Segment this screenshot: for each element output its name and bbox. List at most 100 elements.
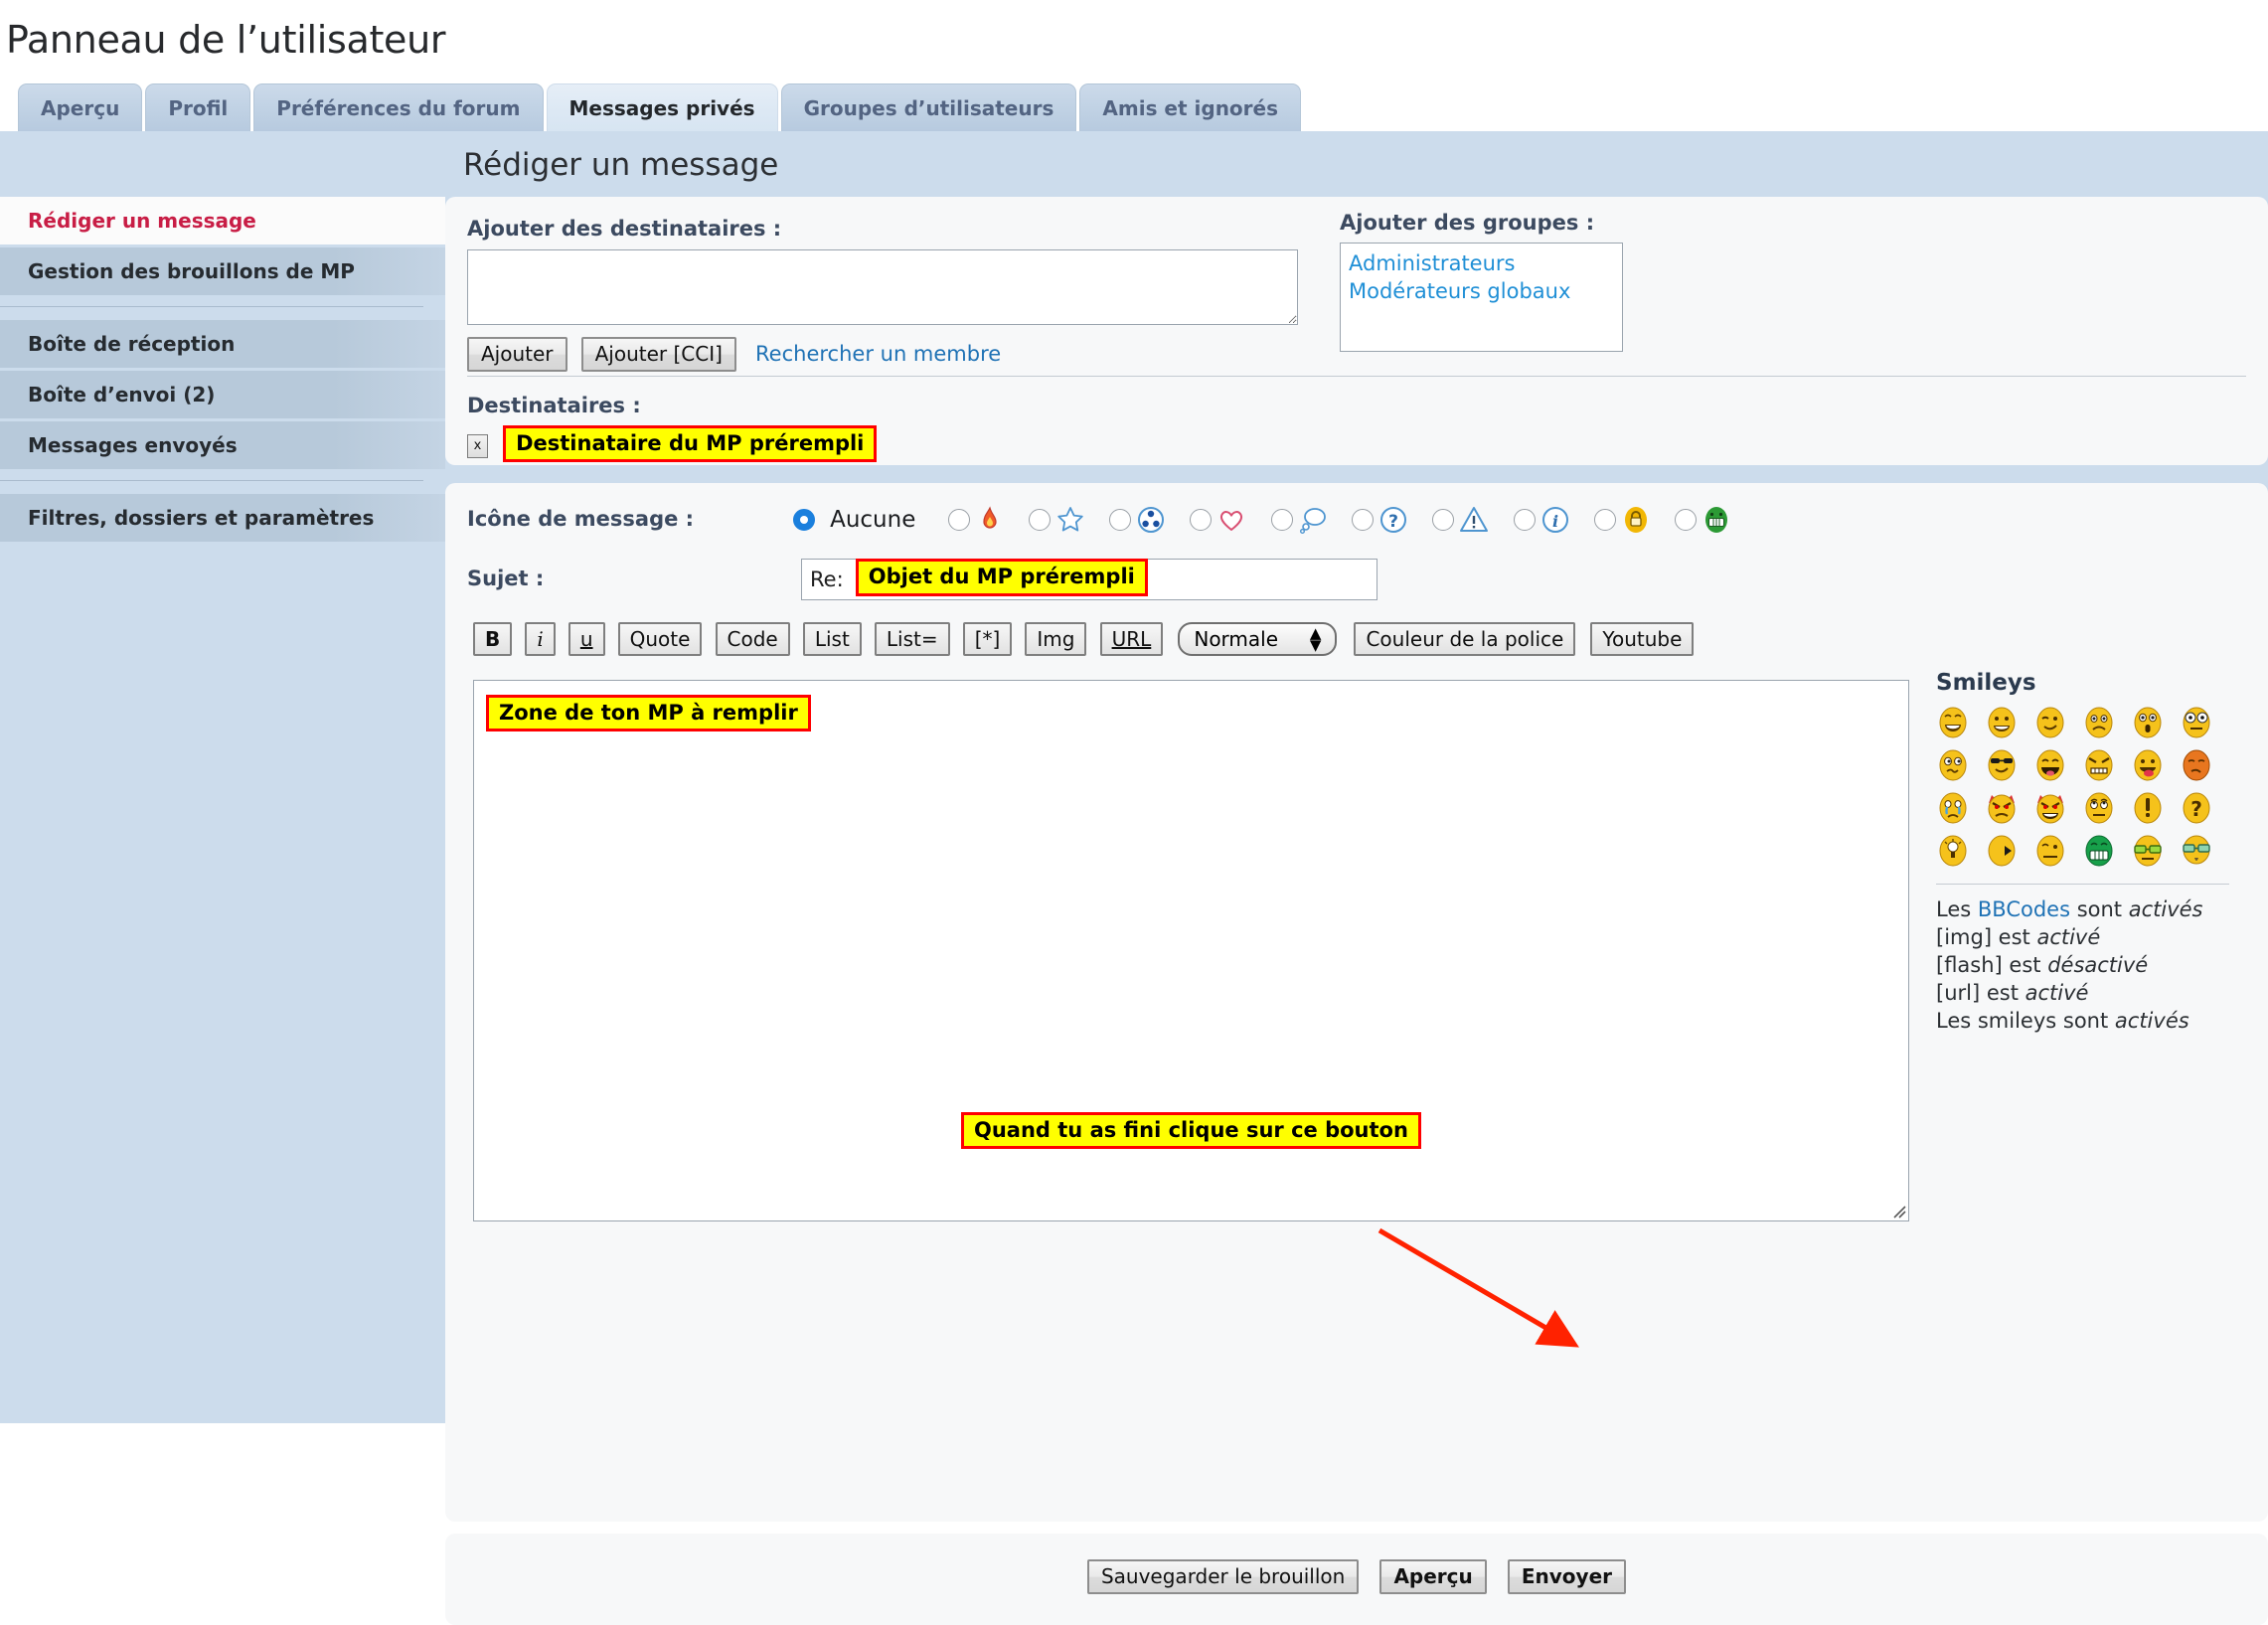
sidebar-item-boite-denvoi[interactable]: Boîte d’envoi (2) bbox=[0, 371, 445, 418]
eek-smiley[interactable] bbox=[2180, 706, 2213, 739]
arrow-smiley[interactable] bbox=[1985, 834, 2019, 868]
add-bcc-button[interactable]: Ajouter [CCI] bbox=[581, 337, 736, 372]
bbcode-status-state: activé bbox=[2036, 925, 2100, 949]
bbcode-status-prefix: Les bbox=[1936, 897, 1978, 921]
preview-button[interactable]: Aperçu bbox=[1379, 1559, 1486, 1594]
bbcode-img-button[interactable]: Img bbox=[1025, 622, 1086, 656]
bbcode-toolbar: B i u Quote Code List List= [*] Img URL … bbox=[473, 622, 1694, 656]
smileys-panel: Smileys bbox=[1936, 670, 2234, 1036]
grin-smiley[interactable] bbox=[1936, 706, 1970, 739]
find-member-link[interactable]: Rechercher un membre bbox=[755, 342, 1001, 366]
tab-label: Profil bbox=[168, 96, 228, 120]
group-option[interactable]: Modérateurs globaux bbox=[1349, 277, 1622, 305]
message-icon-star-radio[interactable] bbox=[1029, 509, 1051, 531]
tab-label: Aperçu bbox=[41, 96, 119, 120]
bbcode-url-button[interactable]: URL bbox=[1100, 622, 1164, 656]
tab-amis-ignores[interactable]: Amis et ignorés bbox=[1079, 83, 1301, 131]
add-recipients-input[interactable] bbox=[467, 249, 1298, 325]
groups-select[interactable]: Administrateurs Modérateurs globaux bbox=[1340, 243, 1623, 352]
warning-icon[interactable] bbox=[1459, 505, 1489, 535]
group-option[interactable]: Administrateurs bbox=[1349, 249, 1622, 277]
redface-smiley[interactable] bbox=[2180, 748, 2213, 782]
save-draft-button[interactable]: Sauvegarder le brouillon bbox=[1087, 1559, 1359, 1594]
message-icon-lock-radio[interactable] bbox=[1594, 509, 1616, 531]
message-icon-radioactive-radio[interactable] bbox=[1109, 509, 1131, 531]
message-icon-warning-radio[interactable] bbox=[1432, 509, 1454, 531]
exclaim-smiley[interactable] bbox=[2131, 791, 2165, 825]
bbcode-listitem-button[interactable]: [*] bbox=[963, 622, 1013, 656]
evil-smiley[interactable] bbox=[1985, 791, 2019, 825]
neutral-smiley[interactable] bbox=[2033, 834, 2067, 868]
page-section-title: Rédiger un message bbox=[463, 147, 778, 183]
rolleyes-smiley[interactable] bbox=[2082, 791, 2116, 825]
question-icon[interactable]: ? bbox=[1378, 505, 1408, 535]
cool-smiley[interactable] bbox=[1985, 748, 2019, 782]
twisted-smiley[interactable] bbox=[2033, 791, 2067, 825]
sidebar-item-filtres-dossiers-parametres[interactable]: Filtres, dossiers et paramètres bbox=[0, 494, 445, 542]
send-button[interactable]: Envoyer bbox=[1508, 1559, 1626, 1594]
tab-profil[interactable]: Profil bbox=[145, 83, 250, 131]
surprised-smiley[interactable] bbox=[2131, 706, 2165, 739]
page-title: Panneau de l’utilisateur bbox=[0, 0, 2268, 62]
youtube-button[interactable]: Youtube bbox=[1590, 622, 1694, 656]
bbcode-status-prefix: [flash] est bbox=[1936, 953, 2047, 977]
sidebar-group-settings: Filtres, dossiers et paramètres bbox=[0, 494, 445, 542]
tab-preferences-forum[interactable]: Préférences du forum bbox=[253, 83, 543, 131]
smiley-row bbox=[1936, 834, 2234, 868]
bbcode-link[interactable]: BBCodes bbox=[1978, 897, 2070, 921]
laugh-smiley[interactable] bbox=[2033, 748, 2067, 782]
font-color-button[interactable]: Couleur de la police bbox=[1354, 622, 1575, 656]
happy-smiley[interactable] bbox=[1985, 706, 2019, 739]
mad-smiley[interactable] bbox=[2082, 748, 2116, 782]
message-icon-flame-radio[interactable] bbox=[948, 509, 970, 531]
bbcode-bold-button[interactable]: B bbox=[473, 622, 512, 656]
tab-messages-prives[interactable]: Messages privés bbox=[547, 83, 778, 131]
remove-recipient-button[interactable]: x bbox=[467, 434, 488, 458]
bbcode-italic-button[interactable]: i bbox=[525, 622, 555, 656]
tab-groupes-utilisateurs[interactable]: Groupes d’utilisateurs bbox=[781, 83, 1077, 131]
question-smiley[interactable]: ? bbox=[2180, 791, 2213, 825]
sad-smiley[interactable] bbox=[2082, 706, 2116, 739]
message-icon-question-radio[interactable] bbox=[1352, 509, 1374, 531]
sidebar: Rédiger un message Gestion des brouillon… bbox=[0, 197, 445, 545]
razz-smiley[interactable] bbox=[2131, 748, 2165, 782]
add-recipient-button[interactable]: Ajouter bbox=[467, 337, 567, 372]
sidebar-item-messages-envoyes[interactable]: Messages envoyés bbox=[0, 421, 445, 469]
sidebar-item-rediger-un-message[interactable]: Rédiger un message bbox=[0, 197, 445, 244]
sidebar-item-label: Messages envoyés bbox=[28, 433, 238, 457]
geek-smiley[interactable] bbox=[2131, 834, 2165, 868]
subject-input[interactable]: Re: Objet du MP prérempli bbox=[801, 559, 1377, 600]
bbcode-quote-button[interactable]: Quote bbox=[618, 622, 703, 656]
flame-icon[interactable] bbox=[975, 505, 1005, 535]
bbcode-underline-button[interactable]: u bbox=[568, 622, 605, 656]
message-body-input[interactable]: Zone de ton MP à remplir Quand tu as fin… bbox=[473, 680, 1909, 1221]
message-icon-info-radio[interactable] bbox=[1514, 509, 1536, 531]
info-icon[interactable]: i bbox=[1540, 505, 1570, 535]
sidebar-item-boite-de-reception[interactable]: Boîte de réception bbox=[0, 320, 445, 368]
star-icon[interactable] bbox=[1055, 505, 1085, 535]
message-icon-thought-bubble-radio[interactable] bbox=[1271, 509, 1293, 531]
message-icon-green-face-radio[interactable] bbox=[1675, 509, 1697, 531]
bbcode-listeq-button[interactable]: List= bbox=[875, 622, 950, 656]
font-size-select[interactable]: Normale▲▼ bbox=[1178, 622, 1337, 656]
idea-smiley[interactable] bbox=[1936, 834, 1970, 868]
cry-smiley[interactable] bbox=[1936, 791, 1970, 825]
sidebar-item-gestion-brouillons[interactable]: Gestion des brouillons de MP bbox=[0, 247, 445, 295]
message-icon-heart-radio[interactable] bbox=[1190, 509, 1212, 531]
bbcode-status-prefix: Les smileys sont bbox=[1936, 1009, 2115, 1033]
wink-smiley[interactable] bbox=[2033, 706, 2067, 739]
bbcode-list-button[interactable]: List bbox=[803, 622, 862, 656]
resize-grip-icon[interactable] bbox=[1890, 1203, 1906, 1219]
mrgreen-smiley[interactable] bbox=[2082, 834, 2116, 868]
heart-icon[interactable] bbox=[1216, 505, 1246, 535]
bbcode-code-button[interactable]: Code bbox=[716, 622, 790, 656]
lock-icon[interactable] bbox=[1621, 505, 1651, 535]
message-icon-none-radio[interactable] bbox=[793, 509, 815, 531]
ugeek-smiley[interactable] bbox=[2180, 834, 2213, 868]
green-face-icon[interactable] bbox=[1701, 505, 1731, 535]
tab-apercu[interactable]: Aperçu bbox=[18, 83, 142, 131]
chevron-updown-icon: ▲▼ bbox=[1310, 627, 1322, 651]
radioactive-icon[interactable] bbox=[1136, 505, 1166, 535]
thought-bubble-icon[interactable] bbox=[1298, 505, 1328, 535]
confused-smiley[interactable] bbox=[1936, 748, 1970, 782]
